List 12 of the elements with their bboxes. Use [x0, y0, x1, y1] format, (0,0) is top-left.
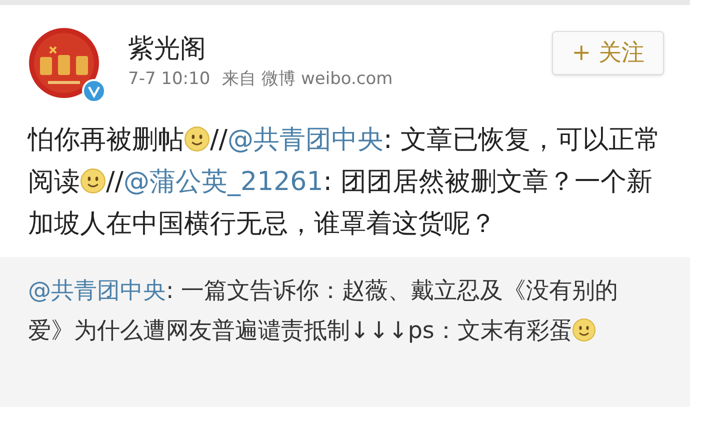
mention-link[interactable]: @共青团中央: [228, 125, 384, 155]
mention-link[interactable]: @蒲公英_21261: [124, 167, 324, 197]
smile-icon: [184, 126, 210, 152]
mention-link[interactable]: @共青团中央: [28, 278, 166, 304]
post-text: 怕你再被删帖 //@共青团中央: 文章已恢复，可以正常阅读 //@蒲公英_21261: 团团居然被删文章？一个新加坡人在中国横行无忌，谁罩着这货呢？: [28, 124, 662, 241]
smile-icon: [80, 168, 106, 194]
author-name[interactable]: 紫光阁: [128, 33, 552, 65]
post-time: 7-7 10:10: [128, 68, 210, 91]
follow-button[interactable]: + 关注: [552, 31, 664, 75]
smile-icon: [572, 318, 596, 342]
post-source: 来自 微博 weibo.com: [222, 68, 393, 91]
repost-text: @共青团中央: 一篇文告诉你：赵薇、戴立忍及《没有别的爱》为什么遭网友普遍谴责抵制↓↓↓ps：文末有彩蛋: [28, 277, 620, 346]
